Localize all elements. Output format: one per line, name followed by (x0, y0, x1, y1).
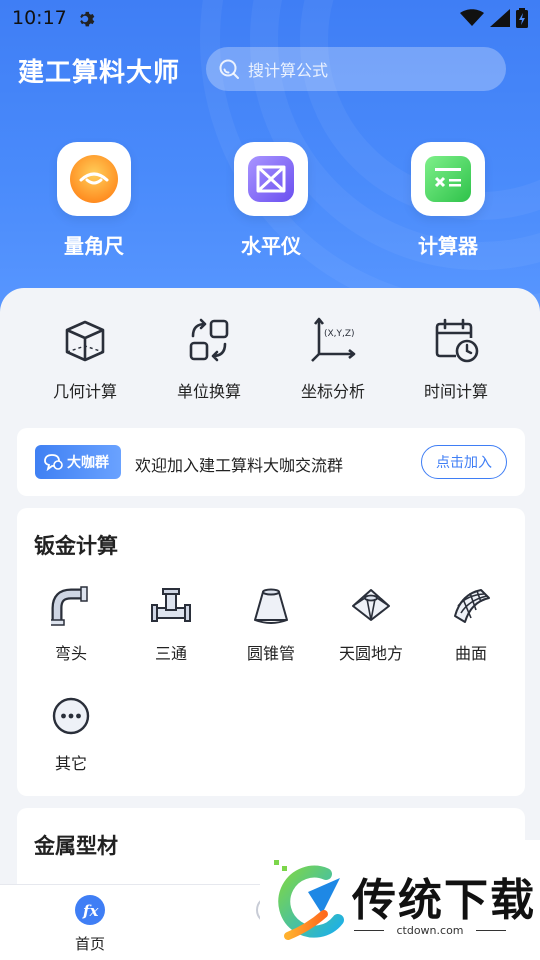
join-group-button[interactable]: 点击加入 (421, 445, 507, 479)
ctdown-logo-icon (274, 860, 344, 940)
watermark: 传统下载 ctdown.com (260, 840, 540, 960)
group-badge-label: 大咖群 (67, 455, 109, 471)
tee-pipe-icon (151, 588, 191, 622)
divider (476, 930, 506, 931)
tool-level[interactable]: 水平仪 (211, 142, 331, 259)
item-label: 天圆地方 (338, 644, 403, 663)
tool-protractor[interactable]: 量角尺 (34, 142, 154, 259)
item-cone[interactable]: 圆锥管 (221, 586, 321, 664)
watermark-brand: 传统下载 (352, 875, 536, 926)
quick-unit-convert[interactable]: 单位换算 (154, 316, 264, 402)
section-title: 钣金计算 (34, 534, 118, 558)
tool-label: 水平仪 (241, 234, 301, 258)
svg-text:fx: fx (82, 902, 99, 920)
cell-signal-icon (490, 9, 510, 27)
item-label: 曲面 (454, 644, 487, 663)
item-round-to-square[interactable]: 天圆地方 (321, 586, 421, 664)
tool-label: 计算器 (418, 234, 478, 258)
more-icon (52, 697, 90, 735)
quick-label: 单位换算 (176, 382, 241, 401)
item-label: 三通 (154, 644, 187, 663)
group-banner[interactable]: 大咖群 欢迎加入建工算料大咖交流群 点击加入 (17, 428, 525, 496)
calendar-clock-icon (435, 318, 479, 363)
quick-label: 坐标分析 (300, 382, 365, 401)
coordinate-label: (X,Y,Z) (324, 329, 355, 339)
nav-home[interactable]: fx 首页 (50, 895, 130, 954)
curved-surface-icon (454, 589, 490, 623)
round-to-square-icon (352, 589, 390, 621)
quick-time[interactable]: 时间计算 (401, 316, 511, 402)
unit-convert-icon (189, 318, 229, 362)
calculator-icon (411, 142, 485, 216)
cone-pipe-icon (254, 588, 288, 624)
quick-label: 几何计算 (52, 382, 117, 401)
cube-icon (65, 320, 105, 362)
search-placeholder: 搜计算公式 (248, 61, 329, 80)
quick-label: 时间计算 (423, 382, 488, 401)
level-icon (234, 142, 308, 216)
item-curved-surface[interactable]: 曲面 (421, 586, 521, 664)
status-bar: 10:17 (0, 0, 540, 36)
app-title: 建工算料大师 (18, 58, 181, 88)
status-time: 10:17 (12, 7, 67, 29)
coordinate-axes-icon: (X,Y,Z) (311, 317, 356, 362)
fx-icon: fx (75, 895, 105, 925)
item-tee[interactable]: 三通 (121, 586, 221, 664)
item-label: 弯头 (54, 644, 87, 663)
banner-text: 欢迎加入建工算料大咖交流群 (135, 456, 344, 475)
item-label: 其它 (54, 754, 87, 773)
elbow-pipe-icon (49, 586, 88, 626)
settings-gear-icon (80, 11, 95, 27)
tool-label: 量角尺 (64, 234, 124, 258)
wifi-icon (460, 9, 484, 26)
search-bar[interactable]: 搜计算公式 (206, 47, 506, 91)
nav-label: 首页 (74, 935, 105, 953)
item-elbow[interactable]: 弯头 (21, 586, 121, 664)
battery-icon (516, 8, 528, 28)
section-title: 金属型材 (34, 834, 118, 858)
item-label: 圆锥管 (246, 644, 295, 663)
item-more[interactable]: 其它 (21, 696, 121, 774)
protractor-icon (57, 142, 131, 216)
quick-geometry[interactable]: 几何计算 (30, 316, 140, 402)
sheet-metal-card: 钣金计算 弯头 三通 圆锥管 天圆地方 曲面 其它 (17, 508, 525, 796)
quick-coordinate[interactable]: (X,Y,Z) 坐标分析 (278, 316, 388, 402)
chat-bubble-icon (44, 454, 63, 471)
status-icons (460, 8, 528, 28)
search-icon (219, 59, 239, 79)
group-badge: 大咖群 (35, 445, 121, 479)
tool-calculator[interactable]: 计算器 (388, 142, 508, 259)
